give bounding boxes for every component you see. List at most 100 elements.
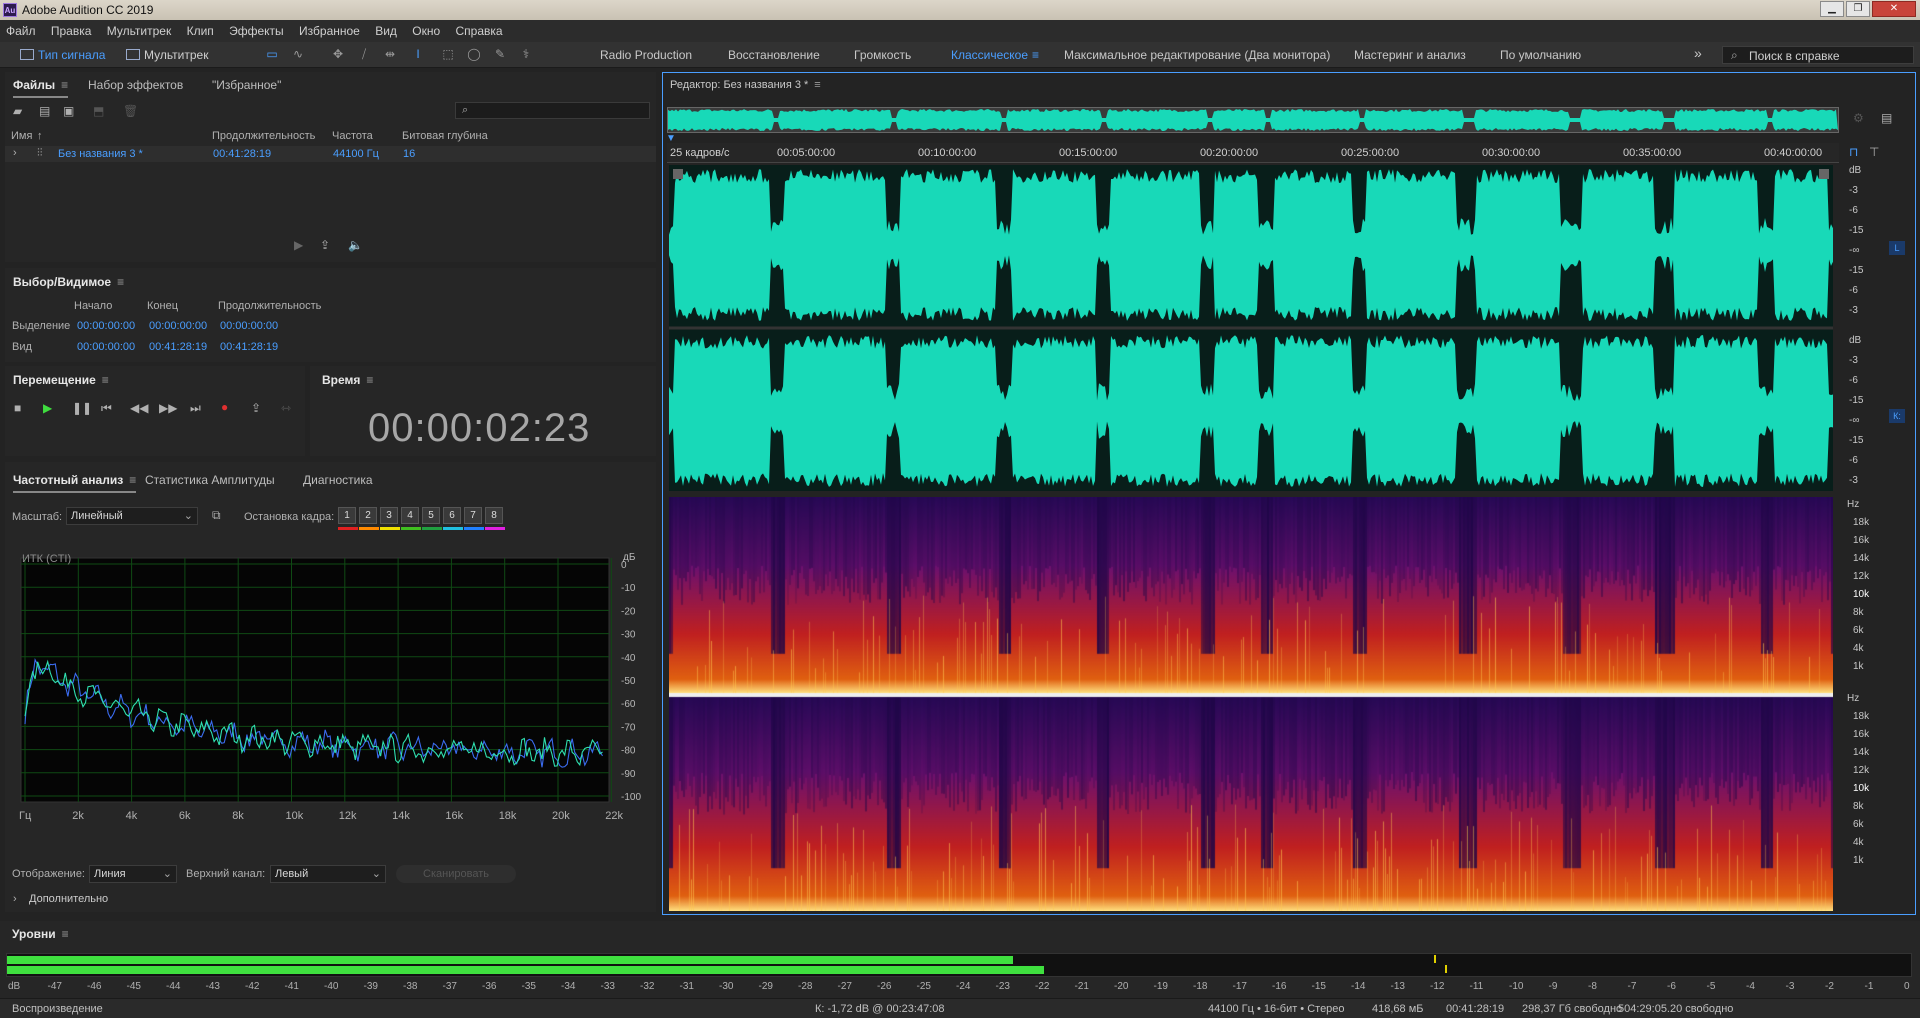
minimize-button[interactable]: ▁ bbox=[1820, 1, 1844, 17]
time-selection-tool-icon[interactable]: I bbox=[410, 47, 426, 61]
record-icon[interactable]: ● bbox=[221, 400, 228, 414]
freeze-button-2[interactable]: 2 bbox=[359, 507, 377, 524]
slip-tool-icon[interactable]: ⇹ bbox=[382, 47, 398, 61]
menu-favorites[interactable]: Избранное bbox=[293, 20, 366, 38]
close-button[interactable]: ✕ bbox=[1872, 1, 1916, 17]
freeze-button-7[interactable]: 7 bbox=[464, 507, 482, 524]
fast-forward-icon[interactable]: ▶▶ bbox=[159, 401, 177, 415]
files-search-input[interactable]: ⌕ bbox=[455, 102, 650, 119]
freeze-button-5[interactable]: 5 bbox=[422, 507, 440, 524]
play-icon[interactable]: ▶ bbox=[43, 401, 52, 415]
fade-out-handle[interactable] bbox=[1819, 169, 1829, 179]
col-name[interactable]: Имя bbox=[11, 130, 32, 142]
move-tool-icon[interactable]: ✥ bbox=[330, 47, 346, 61]
razor-tool-icon[interactable]: ⧸ bbox=[356, 47, 372, 61]
spot-healing-tool-icon[interactable]: ⚕ bbox=[518, 47, 534, 61]
tab-amplitude-stats[interactable]: Статистика Амплитуды bbox=[145, 473, 275, 487]
panel-menu-icon[interactable]: ≡ bbox=[814, 79, 820, 91]
tab-files[interactable]: Файлы ≡ bbox=[13, 78, 69, 98]
workspace-max-edit[interactable]: Максимальное редактирование (Два монитор… bbox=[1064, 48, 1330, 62]
workspace-default[interactable]: По умолчанию bbox=[1500, 48, 1581, 62]
stop-icon[interactable]: ■ bbox=[14, 401, 21, 415]
scale-select[interactable]: Линейный ⌄ bbox=[66, 507, 198, 525]
workspace-loudness[interactable]: Громкость bbox=[854, 48, 911, 62]
panel-menu-icon[interactable]: ≡ bbox=[117, 275, 124, 289]
new-file-icon[interactable]: ▣ bbox=[63, 104, 74, 118]
rewind-icon[interactable]: ◀◀ bbox=[130, 401, 148, 415]
skip-back-icon[interactable]: ⏮ bbox=[101, 401, 112, 416]
editor-options-icon[interactable]: ▤ bbox=[1881, 111, 1892, 125]
menu-view[interactable]: Вид bbox=[369, 20, 403, 38]
autoplay-icon[interactable]: 🔈 bbox=[348, 238, 363, 252]
freeze-button-1[interactable]: 1 bbox=[338, 507, 356, 524]
waveform-display[interactable] bbox=[669, 165, 1833, 491]
spectral-view-icon[interactable]: ∿ bbox=[290, 47, 306, 61]
col-depth[interactable]: Битовая глубина bbox=[402, 130, 488, 142]
copy-icon[interactable]: ⧉ bbox=[212, 508, 221, 523]
import-file-icon[interactable]: ▤ bbox=[39, 104, 50, 118]
menu-window[interactable]: Окно bbox=[406, 20, 446, 38]
fade-in-handle[interactable] bbox=[673, 169, 683, 179]
workspace-classic[interactable]: Классическое bbox=[951, 48, 1028, 62]
workspace-mastering[interactable]: Мастеринг и анализ bbox=[1354, 48, 1466, 62]
display-select[interactable]: Линия ⌄ bbox=[89, 865, 177, 883]
tab-effects-rack[interactable]: Набор эффектов bbox=[88, 78, 183, 92]
marquee-tool-icon[interactable]: ⬚ bbox=[440, 47, 456, 61]
multitrack-mode-button[interactable]: Мультитрек bbox=[122, 46, 214, 64]
col-duration[interactable]: Продолжительность bbox=[212, 130, 315, 142]
snap-icon[interactable]: ⊓ bbox=[1849, 145, 1858, 159]
workspace-menu-icon[interactable]: ≡ bbox=[1032, 48, 1039, 62]
top-channel-select[interactable]: Левый ⌄ bbox=[270, 865, 386, 883]
open-file-icon[interactable]: ▰ bbox=[13, 104, 22, 118]
delete-icon[interactable]: 🗑 bbox=[123, 104, 138, 118]
menu-file[interactable]: Файл bbox=[0, 20, 42, 38]
selection-end-field[interactable]: 00:00:00:00 bbox=[149, 320, 207, 332]
freeze-button-8[interactable]: 8 bbox=[485, 507, 503, 524]
selection-duration-field[interactable]: 00:00:00:00 bbox=[220, 320, 278, 332]
menu-effects[interactable]: Эффекты bbox=[223, 20, 290, 38]
help-search-input[interactable]: ⌕ Поиск в справке bbox=[1722, 46, 1914, 64]
lasso-tool-icon[interactable]: ◯ bbox=[466, 47, 482, 61]
table-row[interactable]: › ⫶⫶ Без названия 3 * 00:41:28:19 44100 … bbox=[5, 146, 656, 162]
tab-diagnostics[interactable]: Диагностика bbox=[303, 473, 373, 487]
brush-tool-icon[interactable]: ✎ bbox=[492, 47, 508, 61]
time-ruler[interactable]: 25 кадров/с 00:05:00:00 00:10:00:00 00:15:… bbox=[667, 143, 1839, 163]
expand-icon[interactable]: › bbox=[13, 147, 17, 159]
tab-frequency-analysis[interactable]: Частотный анализ ≡ bbox=[13, 473, 137, 493]
spectral-display[interactable] bbox=[669, 497, 1833, 911]
skip-selection-icon[interactable]: ⇿ bbox=[281, 401, 291, 415]
panel-menu-icon[interactable]: ≡ bbox=[62, 927, 69, 941]
channel-right-toggle[interactable]: К: bbox=[1889, 409, 1905, 423]
freeze-button-3[interactable]: 3 bbox=[380, 507, 398, 524]
insert-icon[interactable]: ⬒ bbox=[93, 104, 104, 118]
waveform-view-icon[interactable]: ▭ bbox=[264, 47, 280, 61]
menu-help[interactable]: Справка bbox=[450, 20, 509, 38]
tab-favorites[interactable]: "Избранное" bbox=[212, 78, 281, 92]
col-rate[interactable]: Частота bbox=[332, 130, 373, 142]
scan-button[interactable]: Сканировать bbox=[396, 865, 516, 883]
skip-forward-icon[interactable]: ⏭ bbox=[190, 401, 201, 416]
selection-start-field[interactable]: 00:00:00:00 bbox=[77, 320, 135, 332]
panel-menu-icon[interactable]: ≡ bbox=[102, 373, 109, 387]
pause-icon[interactable]: ❚❚ bbox=[72, 401, 92, 415]
workspace-restoration[interactable]: Восстановление bbox=[728, 48, 820, 62]
workspace-radio[interactable]: Radio Production bbox=[600, 48, 692, 62]
view-end-field[interactable]: 00:41:28:19 bbox=[149, 341, 207, 353]
waveform-mode-button[interactable]: Тип сигнала bbox=[16, 46, 111, 64]
play-preview-icon[interactable]: ▶ bbox=[294, 238, 303, 252]
freeze-button-6[interactable]: 6 bbox=[443, 507, 461, 524]
menu-clip[interactable]: Клип bbox=[181, 20, 220, 38]
menu-multitrack[interactable]: Мультитрек bbox=[101, 20, 177, 38]
zoom-icon[interactable]: ⚙ bbox=[1853, 111, 1864, 125]
panel-menu-icon[interactable]: ≡ bbox=[129, 473, 136, 487]
loop-preview-icon[interactable]: ⇪ bbox=[320, 238, 330, 252]
view-duration-field[interactable]: 00:41:28:19 bbox=[220, 341, 278, 353]
panel-menu-icon[interactable]: ≡ bbox=[366, 373, 373, 387]
playhead-icon[interactable]: ▼ bbox=[666, 133, 676, 144]
more-workspaces-icon[interactable]: » bbox=[1694, 45, 1702, 61]
freeze-button-4[interactable]: 4 bbox=[401, 507, 419, 524]
expand-icon[interactable]: › bbox=[13, 893, 17, 905]
maximize-button[interactable]: ❐ bbox=[1846, 1, 1870, 17]
pin-icon[interactable]: ⊤ bbox=[1869, 145, 1879, 159]
advanced-toggle[interactable]: Дополнительно bbox=[29, 893, 108, 905]
